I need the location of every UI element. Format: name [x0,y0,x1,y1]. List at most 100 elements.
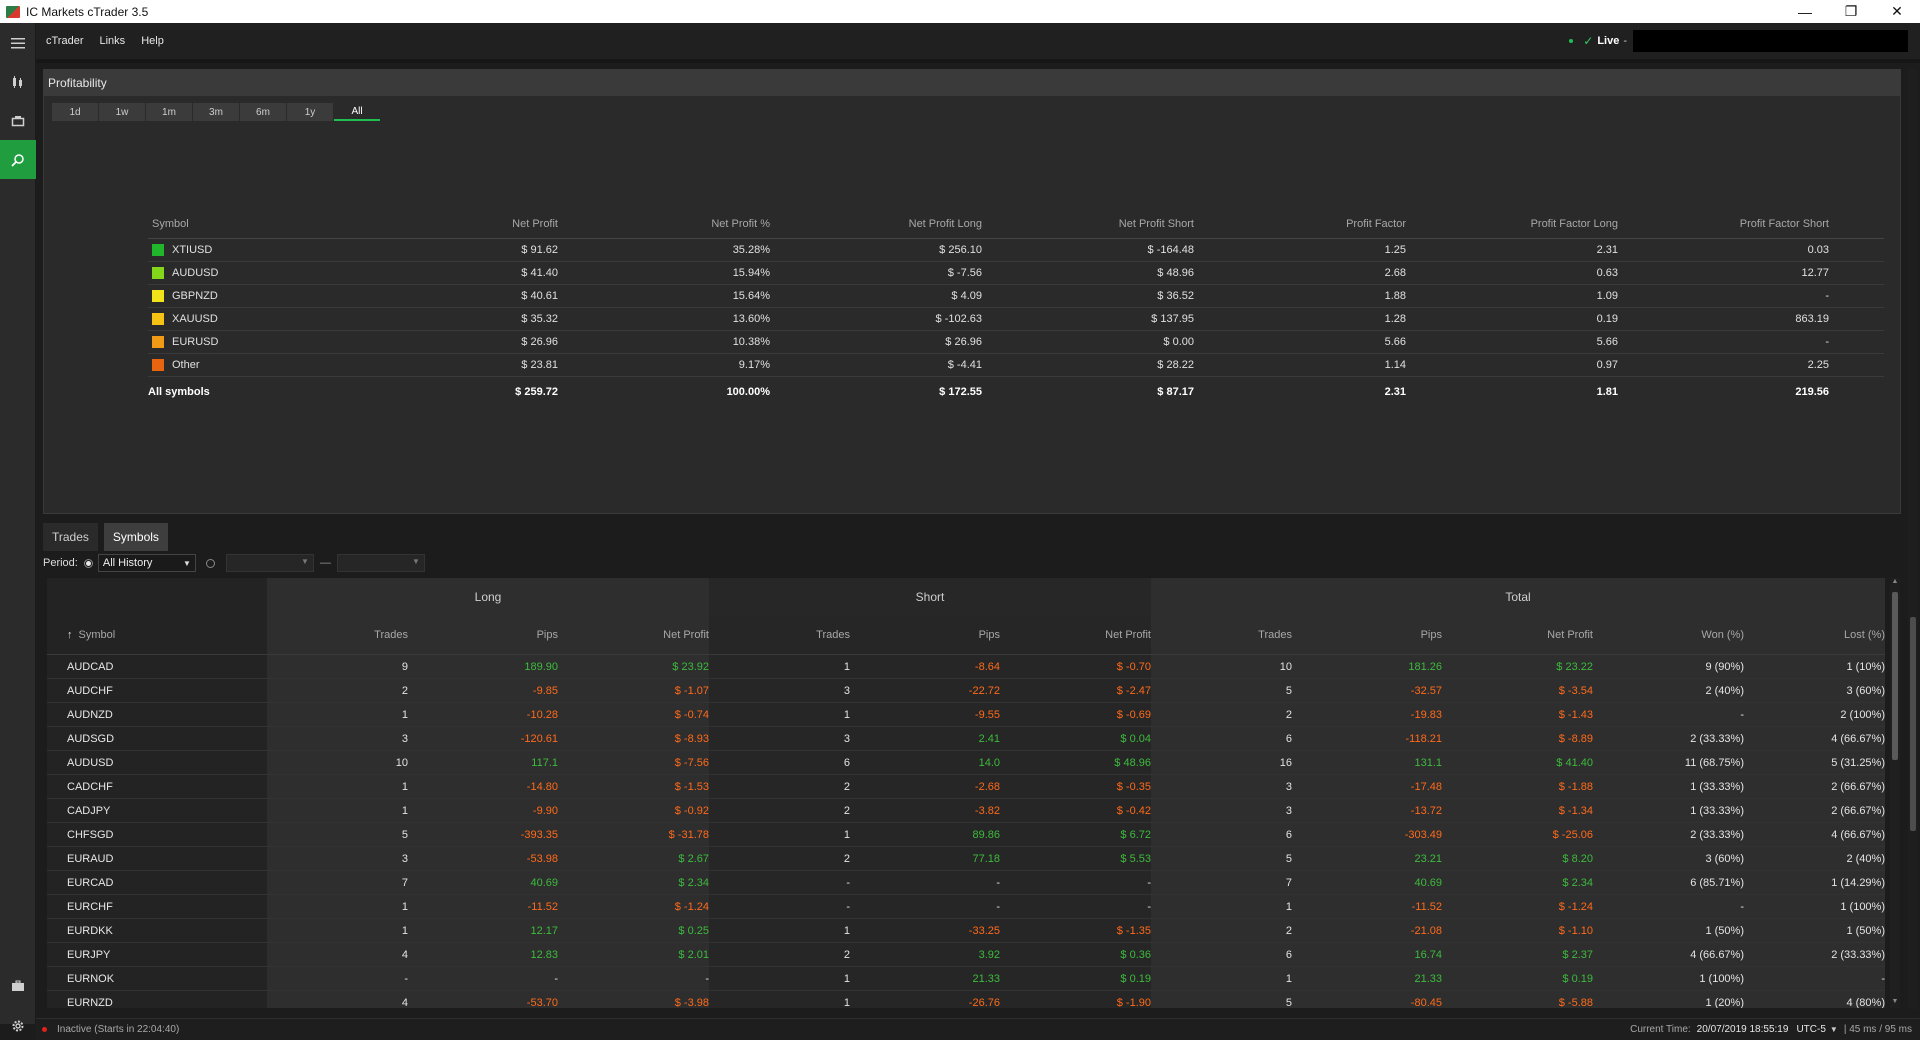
cell-pf-long: 0.63 [1596,267,1618,279]
col-short-trades[interactable]: Trades [709,629,850,641]
profitability-row[interactable]: XAUUSD $ 35.32 13.60% $ -102.63 $ 137.95 1.28… [148,308,1884,331]
gear-icon[interactable] [0,1006,36,1040]
date-to-picker[interactable]: ▼ [336,554,425,572]
profitability-row[interactable]: EURUSD $ 26.96 10.38% $ 26.96 $ 0.00 5.66 5.66… [148,331,1884,354]
cell-short-pips: 21.33 [972,972,1000,985]
table-row[interactable]: CHFSGD 5 -393.35 $ -31.78 1 89.86 $ 6.72 6 -303.… [47,823,1885,847]
cell-total-net-profit: $ -25.06 [1552,828,1593,841]
col-lost-pct[interactable]: Lost (%) [1744,629,1885,641]
col-profit-factor-long[interactable]: Profit Factor Long [1406,218,1618,230]
profitability-row[interactable]: XTIUSD $ 91.62 35.28% $ 256.10 $ -164.48 1.25… [148,239,1884,262]
col-short-pips[interactable]: Pips [850,629,1000,641]
table-row[interactable]: AUDCAD 9 189.90 $ 23.92 1 -8.64 $ -0.70 10 181.2… [47,655,1885,679]
table-row[interactable]: CADCHF 1 -14.80 $ -1.53 2 -2.68 $ -0.35 3 -17.48… [47,775,1885,799]
table-row[interactable]: EURJPY 4 12.83 $ 2.01 2 3.92 $ 0.36 6 16.74 $ 2.3… [47,943,1885,967]
menu-links[interactable]: Links [94,35,132,47]
col-long-trades[interactable]: Trades [267,629,408,641]
table-row[interactable]: EURNOK - - - 1 21.33 $ 0.19 1 21.33 $ 0.19 1 (100%… [47,967,1885,991]
cell-short-net-profit: $ -0.70 [1116,660,1151,673]
table-row[interactable]: EURAUD 3 -53.98 $ 2.67 2 77.18 $ 5.53 5 23.21 $ 8… [47,847,1885,871]
table-row[interactable]: AUDNZD 1 -10.28 $ -0.74 1 -9.55 $ -0.69 2 -19.83… [47,703,1885,727]
range-tab-1d[interactable]: 1d [52,103,98,121]
cell-long-trades: - [404,972,408,985]
timezone-select[interactable]: UTC-5 [1796,1024,1825,1035]
panel-scrollbar-thumb[interactable] [1910,617,1916,831]
live-account-selector[interactable]: ✓ Live - [1569,30,1920,52]
trade-icon[interactable] [0,62,36,101]
profitability-row[interactable]: AUDUSD $ 41.40 15.94% $ -7.56 $ 48.96 2.68 0.6… [148,262,1884,285]
cell-np-long: $ 26.96 [945,336,982,348]
analyze-icon[interactable] [0,140,36,179]
copy-icon[interactable] [0,101,36,140]
cell-won-pct: 1 (33.33%) [1690,804,1744,817]
account-redacted[interactable] [1633,30,1908,52]
col-net-profit[interactable]: Net Profit [374,218,558,230]
cell-long-trades: 9 [401,660,408,673]
col-symbol[interactable]: Symbol [148,218,374,230]
connection-dot-icon [1569,39,1574,43]
table-row[interactable]: CADJPY 1 -9.90 $ -0.92 2 -3.82 $ -0.42 3 -13.72 $… [47,799,1885,823]
profitability-row[interactable]: Other $ 23.81 9.17% $ -4.41 $ 28.22 1.14 0.97 2… [148,354,1884,377]
table-row[interactable]: EURCAD 7 40.69 $ 2.34 - - - 7 40.69 $ 2.34 6 (85.7… [47,871,1885,895]
col-short-net-profit[interactable]: Net Profit [1000,629,1151,641]
col-net-profit-long[interactable]: Net Profit Long [770,218,982,230]
col-net-profit-pct[interactable]: Net Profit % [558,218,770,230]
briefcase-icon[interactable] [0,966,36,1005]
period-radio-preset[interactable] [83,558,93,568]
range-tab-3m[interactable]: 3m [193,103,239,121]
col-long-net-profit[interactable]: Net Profit [558,629,709,641]
range-tab-1m[interactable]: 1m [146,103,192,121]
cell-total-net-profit: $ -1.43 [1558,708,1593,721]
minimize-button[interactable]: — [1782,0,1828,23]
cell-total-pips: -19.83 [1410,708,1442,721]
cell-symbol: EURDKK [67,924,113,937]
scroll-up-icon[interactable]: ▲ [1890,578,1900,588]
col-net-profit-short[interactable]: Net Profit Short [982,218,1194,230]
symbol-label: EURUSD [172,336,219,348]
col-total-pips[interactable]: Pips [1292,629,1442,641]
col-profit-factor-short[interactable]: Profit Factor Short [1618,218,1829,230]
profitability-row[interactable]: GBPNZD $ 40.61 15.64% $ 4.09 $ 36.52 1.88 1.09… [148,285,1884,308]
table-row[interactable]: AUDSGD 3 -120.61 $ -8.93 3 2.41 $ 0.04 6 -118.21… [47,727,1885,751]
menu-help[interactable]: Help [135,35,170,47]
table-row[interactable]: AUDCHF 2 -9.85 $ -1.07 3 -22.72 $ -2.47 5 -32.57… [47,679,1885,703]
menu-ctrader[interactable]: cTrader [40,35,90,47]
table-row[interactable]: AUDUSD 10 117.1 $ -7.56 6 14.0 $ 48.96 16 131.1 $… [47,751,1885,775]
period-select-value: All History [102,557,153,569]
col-profit-factor[interactable]: Profit Factor [1194,218,1406,230]
maximize-button[interactable]: ❐ [1828,0,1874,23]
col-total-trades[interactable]: Trades [1151,629,1292,641]
table-row[interactable]: EURNZD 4 -53.70 $ -3.98 1 -26.76 $ -1.90 5 -80.4… [47,991,1885,1009]
hamburger-icon[interactable] [0,23,36,62]
cell-long-pips: 12.83 [530,948,558,961]
range-tab-1w[interactable]: 1w [99,103,145,121]
tab-symbols[interactable]: Symbols [103,523,168,551]
scroll-down-icon[interactable]: ▼ [1890,998,1900,1008]
current-time-value: 20/07/2019 18:55:19 [1696,1024,1789,1035]
profitability-table: Symbol Net Profit Net Profit % Net Profi… [148,210,1884,407]
range-tab-6m[interactable]: 6m [240,103,286,121]
cell-short-net-profit: $ -0.35 [1116,780,1151,793]
date-from-picker[interactable]: ▼ [225,554,314,572]
tab-trades[interactable]: Trades [43,523,98,551]
panel-scrollbar[interactable] [1908,69,1918,1009]
chevron-down-icon[interactable]: ▼ [1830,1025,1838,1034]
total-np-long: $ 172.55 [939,386,982,398]
table-row[interactable]: EURDKK 1 12.17 $ 0.25 1 -33.25 $ -1.35 2 -21.08 $… [47,919,1885,943]
grid-scrollbar[interactable]: ▲ ▼ [1890,578,1900,1008]
col-total-net-profit[interactable]: Net Profit [1442,629,1593,641]
cell-total-pips: 16.74 [1414,948,1442,961]
range-tab-1y[interactable]: 1y [287,103,333,121]
cell-won-pct: 1 (33.33%) [1690,780,1744,793]
col-won-pct[interactable]: Won (%) [1593,629,1744,641]
cell-total-pips: -303.49 [1404,828,1442,841]
range-tab-all[interactable]: All [334,103,380,121]
table-row[interactable]: EURCHF 1 -11.52 $ -1.24 - - - 1 -11.52 $ -1.24 - 1 … [47,895,1885,919]
period-radio-custom[interactable] [205,558,215,568]
period-select[interactable]: All History ▼ [97,554,196,572]
col-long-pips[interactable]: Pips [408,629,558,641]
close-button[interactable]: ✕ [1874,0,1920,23]
grid-scrollbar-thumb[interactable] [1892,592,1898,760]
cell-total-trades: 2 [1285,708,1292,721]
col-symbol[interactable]: ↑ Symbol [47,629,267,641]
